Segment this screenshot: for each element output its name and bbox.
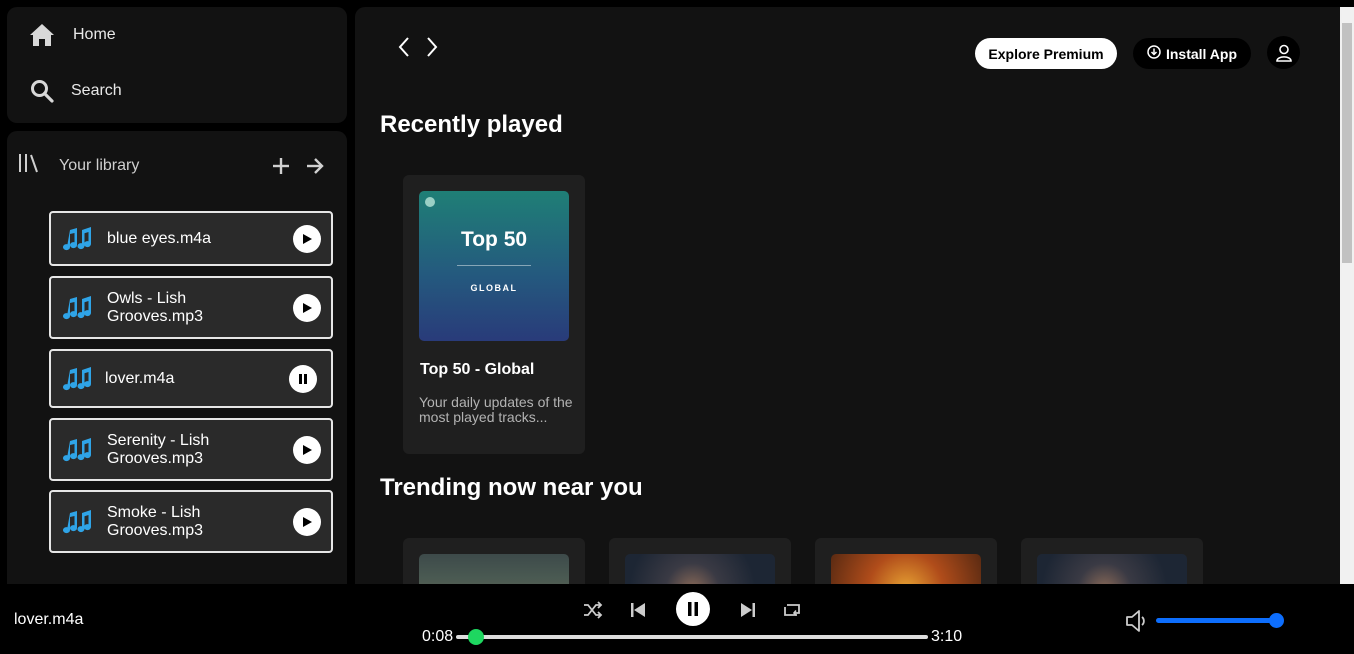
chevron-left-icon[interactable]	[395, 35, 413, 59]
nav-search-label: Search	[71, 82, 122, 99]
track-name: lover.m4a	[105, 369, 175, 387]
now-playing-title: lover.m4a	[14, 611, 84, 628]
trending-thumbnail	[625, 554, 775, 584]
play-icon[interactable]	[293, 293, 321, 322]
volume-handle[interactable]	[1268, 613, 1284, 628]
playlist-title: Top 50 - Global	[420, 361, 535, 378]
library-track[interactable]: Serenity - Lish Grooves.mp3	[49, 418, 333, 481]
play-icon[interactable]	[293, 224, 321, 253]
nav-search[interactable]: Search	[29, 78, 122, 104]
shuffle-icon[interactable]	[582, 599, 604, 621]
progress-handle[interactable]	[467, 629, 484, 645]
arrow-right-icon[interactable]	[303, 154, 327, 178]
music-note-icon	[63, 507, 93, 537]
history-nav	[395, 35, 441, 59]
library-track[interactable]: Smoke - Lish Grooves.mp3	[49, 490, 333, 553]
scrollbar-thumb[interactable]	[1342, 23, 1352, 263]
elapsed-time: 0:08	[422, 628, 454, 645]
music-note-icon	[63, 224, 93, 254]
library-actions	[269, 154, 327, 178]
install-app-label: Install App	[1165, 45, 1238, 62]
playlist-description: Your daily updates of the most played tr…	[419, 394, 573, 425]
skip-previous-icon[interactable]	[627, 599, 649, 621]
music-note-icon	[63, 435, 93, 465]
library-track-active[interactable]: lover.m4a	[49, 349, 333, 408]
track-name: blue eyes.m4a	[107, 229, 212, 247]
trending-card[interactable]	[609, 538, 791, 584]
trending-card[interactable]	[403, 538, 585, 584]
playlist-card[interactable]: Top 50 GLOBAL Top 50 - Global Your daily…	[403, 175, 585, 454]
sidebar-nav: Home Search	[7, 7, 347, 123]
trending-title: Trending now near you	[380, 474, 643, 501]
home-icon	[29, 22, 55, 48]
install-app-button[interactable]: Install App	[1133, 38, 1251, 69]
player-bar: lover.m4a 0:08 3:10	[0, 584, 1354, 654]
volume-icon[interactable]	[1124, 608, 1150, 634]
trending-thumbnail	[831, 554, 981, 584]
nav-home[interactable]: Home	[29, 22, 116, 48]
plus-icon[interactable]	[269, 154, 293, 178]
main-content: Explore Premium Install App Recently pla…	[355, 7, 1340, 584]
trending-thumbnail	[1037, 554, 1187, 584]
pause-icon[interactable]	[289, 364, 317, 393]
play-icon[interactable]	[293, 507, 321, 536]
repeat-icon[interactable]	[781, 599, 803, 621]
library-track[interactable]: Owls - Lish Grooves.mp3	[49, 276, 333, 339]
search-icon	[29, 78, 55, 104]
recently-played-title: Recently played	[380, 111, 563, 138]
trending-card[interactable]	[1021, 538, 1203, 584]
cover-divider	[457, 265, 531, 266]
download-icon	[1147, 45, 1161, 62]
progress-track[interactable]	[456, 635, 928, 639]
spotify-logo-icon	[425, 197, 435, 207]
track-name: Serenity - Lish Grooves.mp3	[107, 431, 210, 467]
library-title: Your library	[59, 157, 140, 174]
duration-time: 3:10	[931, 628, 963, 645]
playlist-cover: Top 50 GLOBAL	[419, 191, 569, 341]
trending-card[interactable]	[815, 538, 997, 584]
music-note-icon	[63, 293, 93, 323]
trending-thumbnail	[419, 554, 569, 584]
play-icon[interactable]	[293, 435, 321, 464]
nav-home-label: Home	[73, 26, 116, 43]
user-icon[interactable]	[1267, 36, 1300, 69]
chevron-right-icon[interactable]	[423, 35, 441, 59]
library-header: Your library	[17, 151, 327, 181]
track-name: Smoke - Lish Grooves.mp3	[107, 503, 204, 539]
pause-button[interactable]	[676, 592, 710, 626]
music-note-icon	[63, 364, 93, 394]
cover-title: Top 50	[460, 228, 528, 251]
library-panel: Your library blue eyes.m4a Owls - Lish G…	[7, 131, 347, 601]
library-track[interactable]: blue eyes.m4a	[49, 211, 333, 266]
main-scrollbar[interactable]	[1340, 7, 1354, 584]
explore-premium-button[interactable]: Explore Premium	[975, 38, 1117, 69]
skip-next-icon[interactable]	[737, 599, 759, 621]
track-name: Owls - Lish Grooves.mp3	[107, 289, 204, 325]
volume-track[interactable]	[1156, 618, 1276, 623]
library-icon[interactable]	[17, 152, 41, 181]
cover-subtitle: GLOBAL	[470, 283, 518, 293]
